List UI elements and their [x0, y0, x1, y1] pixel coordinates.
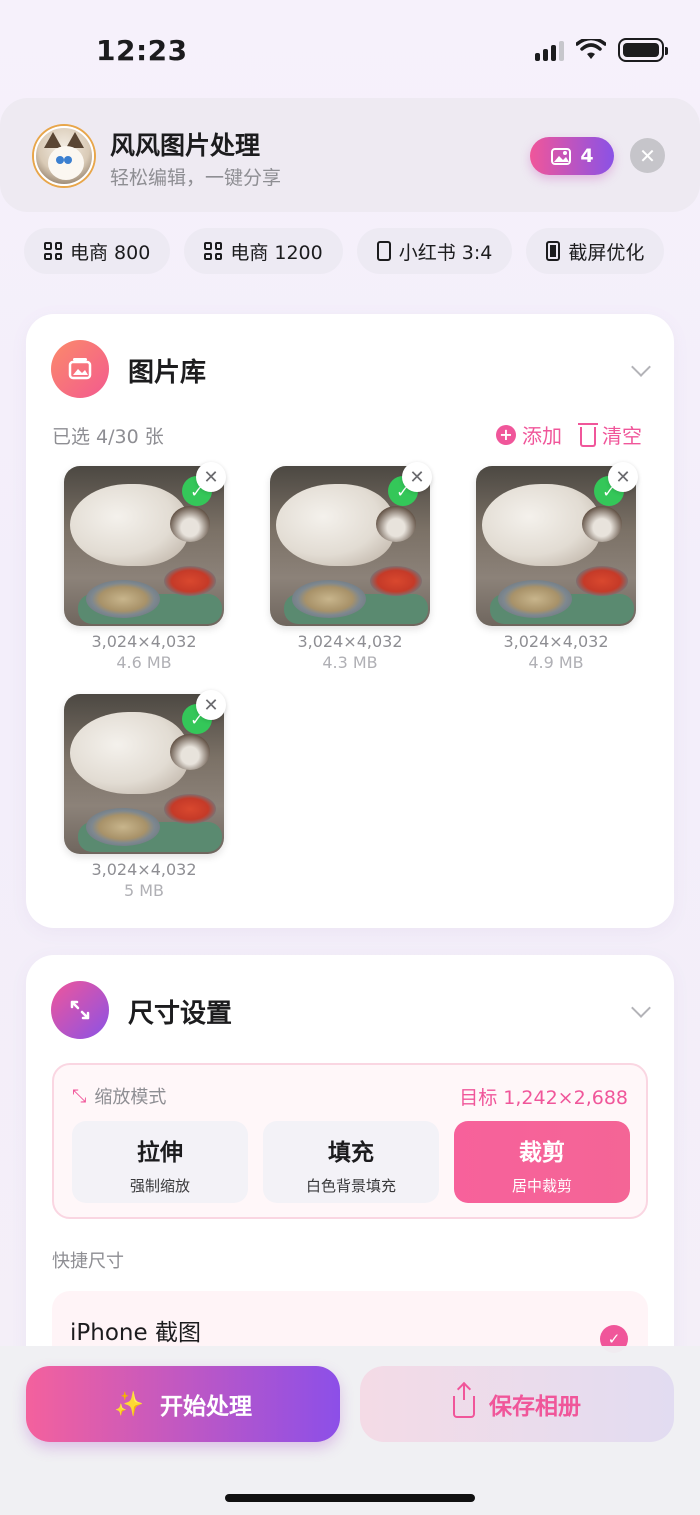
grid-icon [204, 242, 223, 260]
phone-icon [546, 241, 561, 261]
preset-chip-ecommerce-800[interactable]: 电商 800 [24, 228, 171, 274]
preset-chip-ecommerce-1200[interactable]: 电商 1200 [184, 228, 343, 274]
start-label: 开始处理 [159, 1394, 252, 1420]
image-thumbnail[interactable]: ✓ [270, 466, 430, 626]
start-processing-button[interactable]: ✨ 开始处理 [26, 1366, 340, 1442]
preset-chip-screenshot[interactable]: 截屏优化 [526, 228, 665, 274]
chevron-down-icon[interactable] [631, 357, 651, 377]
trash-icon [578, 422, 598, 447]
photo-icon [551, 148, 572, 165]
mode-stretch-button[interactable]: 拉伸 强制缩放 [72, 1121, 248, 1203]
grid-icon [44, 242, 62, 260]
image-dimensions: 3,024×4,032 [91, 860, 197, 879]
phone-outline-icon [376, 241, 391, 261]
plus-icon: + [496, 424, 516, 445]
mode-title: 裁剪 [519, 1140, 565, 1166]
preset-chip-label: 截屏优化 [568, 241, 645, 264]
scale-mode-panel: ⤡ 缩放模式 目标 1,242×2,688 拉伸 强制缩放 填充 白色背景填充 … [52, 1063, 648, 1219]
image-item[interactable]: ✓ ✕ 3,024×4,032 4.9 MB [476, 462, 638, 672]
remove-image-icon[interactable]: ✕ [196, 690, 226, 720]
app-avatar [34, 126, 94, 186]
save-to-album-button[interactable]: 保存相册 [360, 1366, 674, 1442]
image-file-size: 4.6 MB [116, 653, 172, 672]
size-settings-title: 尺寸设置 [128, 999, 233, 1029]
mode-title: 填充 [328, 1140, 374, 1166]
mode-title: 拉伸 [137, 1140, 183, 1166]
gallery-icon [51, 340, 109, 398]
status-time: 12:23 [96, 34, 188, 67]
clear-button[interactable]: 清空 [578, 420, 642, 449]
save-label: 保存相册 [489, 1394, 581, 1420]
quick-size-label: 快捷尺寸 [52, 1251, 124, 1272]
mode-subtitle: 强制缩放 [129, 1177, 190, 1195]
scale-mode-label: ⤡ 缩放模式 [72, 1083, 166, 1109]
preset-chip-xiaohongshu[interactable]: 小红书 3:4 [356, 228, 513, 274]
preset-chip-label: 电商 800 [70, 241, 151, 264]
image-item[interactable]: ✓ ✕ 3,024×4,032 4.6 MB [64, 462, 226, 672]
preset-chips: 电商 800 电商 1200 小红书 3:4 截屏优化 [24, 228, 665, 274]
scale-mode-text: 缩放模式 [94, 1087, 167, 1108]
library-card: 图片库 已选 4/30 张 + 添加 清空 ✓ ✕ 3,024×4,032 4.… [26, 314, 674, 928]
image-file-size: 4.9 MB [528, 653, 584, 672]
app-title: 风风图片处理 [110, 131, 261, 160]
library-title: 图片库 [128, 358, 207, 388]
battery-icon [618, 38, 668, 62]
resize-arrows-icon: ⤡ [72, 1085, 87, 1107]
share-icon [453, 1384, 475, 1418]
close-button[interactable]: ✕ [630, 138, 665, 173]
chevron-down-icon[interactable] [631, 998, 651, 1018]
magic-wand-icon: ✨ [114, 1390, 144, 1418]
preset-chip-label: 电商 1200 [230, 241, 323, 264]
quick-size-title: iPhone 截图 [70, 1320, 201, 1346]
add-label: 添加 [522, 424, 562, 448]
target-size: 目标 1,242×2,688 [459, 1087, 628, 1109]
image-item[interactable]: ✓ ✕ 3,024×4,032 5 MB [64, 690, 226, 900]
mode-subtitle: 居中裁剪 [511, 1177, 572, 1195]
add-button[interactable]: + 添加 [496, 420, 562, 449]
home-indicator[interactable] [225, 1494, 475, 1502]
selected-count: 已选 4/30 张 [52, 426, 164, 448]
image-dimensions: 3,024×4,032 [297, 632, 403, 651]
image-thumbnail[interactable]: ✓ [64, 694, 224, 854]
image-thumbnail[interactable]: ✓ [64, 466, 224, 626]
image-file-size: 5 MB [123, 881, 165, 900]
remove-image-icon[interactable]: ✕ [402, 462, 432, 492]
image-file-size: 4.3 MB [322, 653, 378, 672]
cellular-signal-icon [535, 39, 564, 61]
app-subtitle: 轻松编辑，一键分享 [110, 167, 282, 189]
close-icon: ✕ [639, 143, 656, 168]
clear-label: 清空 [602, 424, 642, 448]
image-dimensions: 3,024×4,032 [91, 632, 197, 651]
resize-icon [51, 981, 109, 1039]
mode-crop-button[interactable]: 裁剪 居中裁剪 [454, 1121, 630, 1203]
image-thumbnail[interactable]: ✓ [476, 466, 636, 626]
image-count: 4 [580, 145, 594, 167]
wifi-icon [576, 39, 606, 59]
mode-fill-button[interactable]: 填充 白色背景填充 [263, 1121, 439, 1203]
status-icons [535, 38, 668, 62]
mode-subtitle: 白色背景填充 [305, 1177, 396, 1195]
image-count-badge[interactable]: 4 [530, 137, 614, 175]
image-dimensions: 3,024×4,032 [503, 632, 609, 651]
remove-image-icon[interactable]: ✕ [608, 462, 638, 492]
remove-image-icon[interactable]: ✕ [196, 462, 226, 492]
image-item[interactable]: ✓ ✕ 3,024×4,032 4.3 MB [270, 462, 432, 672]
preset-chip-label: 小红书 3:4 [398, 241, 493, 264]
